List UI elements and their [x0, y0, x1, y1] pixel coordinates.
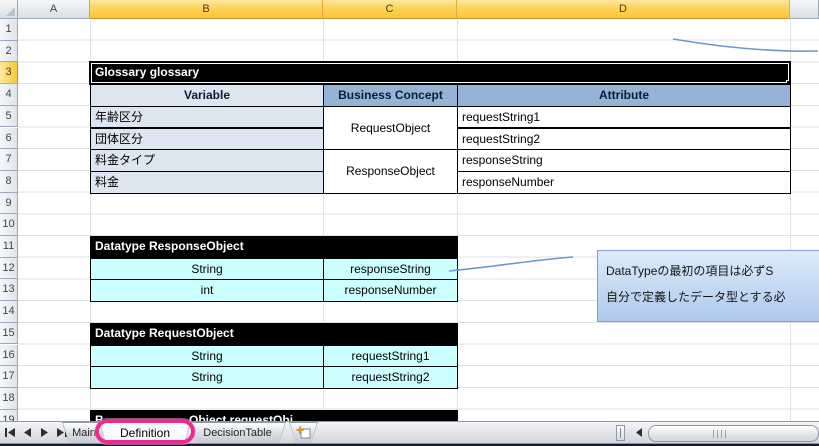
row-header-2[interactable]: 2	[0, 41, 18, 63]
row-header-4[interactable]: 4	[0, 84, 18, 106]
insert-worksheet-icon	[290, 423, 317, 443]
tab-scroll-buttons	[4, 427, 67, 438]
tab-split-handle[interactable]	[616, 425, 625, 441]
glossary-variable-cell[interactable]: 料金タイプ	[90, 149, 324, 172]
hscroll-grip-icon	[713, 430, 727, 438]
glossary-attribute-cell[interactable]: responseNumber	[457, 171, 791, 194]
next-sheet-button[interactable]	[38, 427, 50, 438]
partial-section-text: Object requestObj	[189, 411, 293, 421]
datatype-name-cell[interactable]: responseNumber	[323, 279, 458, 302]
row-header-12[interactable]: 12	[0, 258, 18, 280]
glossary-variable-cell[interactable]: 年齢区分	[90, 106, 324, 129]
glossary-concept-cell[interactable]: ResponseObject	[323, 149, 458, 193]
glossary-header-concept[interactable]: Business Concept	[323, 84, 458, 107]
glossary-header-attribute[interactable]: Attribute	[457, 84, 791, 107]
sheet-tab-decisiontable[interactable]: DecisionTable	[189, 422, 286, 443]
row-header-14[interactable]: 14	[0, 301, 18, 323]
insert-worksheet-tab[interactable]	[289, 422, 318, 443]
glossary-concept-cell[interactable]: RequestObject	[323, 106, 458, 150]
tab-label: Definition	[100, 423, 190, 443]
tab-label: DecisionTable	[190, 423, 285, 443]
worksheet-grid: A B C D 1 2 3 4 5 6 7 8 9 10 11 12 13 14…	[0, 0, 819, 421]
column-header-d[interactable]: D	[457, 0, 790, 19]
datatype-name-cell[interactable]: responseString	[323, 258, 458, 281]
comment-box[interactable]: DataTypeの最初の項目は必ずS 自分で定義したデータ型とする必	[597, 250, 819, 322]
glossary-title-cell[interactable]: Glossary glossary	[89, 61, 791, 85]
column-header-a[interactable]: A	[18, 0, 90, 19]
row-header-9[interactable]: 9	[0, 193, 18, 215]
row-header-16[interactable]: 16	[0, 345, 18, 367]
datatype-name-cell[interactable]: requestString2	[323, 366, 458, 389]
glossary-attribute-cell[interactable]: requestString1	[457, 106, 791, 129]
datatype-type-cell[interactable]: String	[90, 345, 324, 368]
glossary-attribute-cell[interactable]: responseString	[457, 149, 791, 172]
row-header-1[interactable]: 1	[0, 19, 18, 41]
row-header-7[interactable]: 7	[0, 149, 18, 171]
datatype-type-cell[interactable]: int	[90, 279, 324, 302]
column-header-b[interactable]: B	[90, 0, 323, 19]
column-header-e-partial[interactable]	[790, 0, 819, 19]
first-sheet-button[interactable]	[4, 427, 16, 438]
glossary-attribute-cell[interactable]: requestString2	[457, 128, 791, 151]
datatype-type-cell[interactable]: String	[90, 258, 324, 281]
select-all-triangle-icon	[6, 7, 15, 16]
row-header-8[interactable]: 8	[0, 171, 18, 193]
row-header-19[interactable]: 19	[0, 410, 18, 421]
sheet-tab-bar: Main Definition DecisionTable	[0, 421, 819, 443]
glossary-variable-cell[interactable]: 料金	[90, 171, 324, 194]
glossary-variable-cell[interactable]: 団体区分	[90, 128, 324, 151]
datatype-type-cell[interactable]: String	[90, 366, 324, 389]
row-header-10[interactable]: 10	[0, 214, 18, 236]
row-header-6[interactable]: 6	[0, 128, 18, 150]
row-header-13[interactable]: 13	[0, 279, 18, 301]
row-header-5[interactable]: 5	[0, 106, 18, 128]
select-all-corner[interactable]	[0, 0, 18, 19]
splitter-line	[620, 428, 621, 438]
row-header-18[interactable]: 18	[0, 388, 18, 410]
hscroll-thumb[interactable]	[648, 425, 819, 442]
hscroll-left-arrow[interactable]	[633, 426, 645, 439]
row-header-15[interactable]: 15	[0, 323, 18, 345]
column-header-c[interactable]: C	[323, 0, 457, 19]
row-header-3[interactable]: 3	[0, 62, 18, 84]
comment-line-1: DataTypeの最初の項目は必ずS	[606, 258, 818, 284]
previous-sheet-button[interactable]	[21, 427, 33, 438]
excel-window: A B C D 1 2 3 4 5 6 7 8 9 10 11 12 13 14…	[0, 0, 819, 446]
glossary-header-variable[interactable]: Variable	[90, 84, 324, 107]
partial-section-prefix: B	[95, 413, 104, 421]
datatype-name-cell[interactable]: requestString1	[323, 345, 458, 368]
datatype-response-title-cell[interactable]: Datatype ResponseObject	[90, 236, 458, 259]
sheet-tab-definition[interactable]: Definition	[99, 422, 191, 443]
partial-section-title-cell[interactable]: B Object requestObj	[90, 410, 458, 421]
row-header-11[interactable]: 11	[0, 236, 18, 258]
datatype-request-title-cell[interactable]: Datatype RequestObject	[90, 323, 458, 346]
row-header-17[interactable]: 17	[0, 366, 18, 388]
comment-line-2: 自分で定義したデータ型とする必	[606, 284, 818, 310]
